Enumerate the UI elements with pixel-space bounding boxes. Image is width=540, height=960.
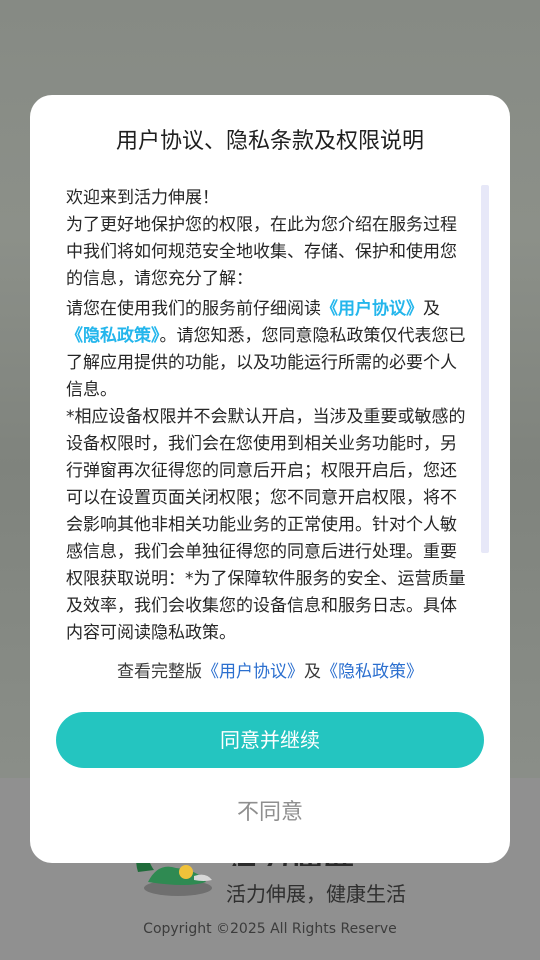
welcome-text: 欢迎来到活力伸展！: [66, 188, 219, 208]
agree-button[interactable]: 同意并继续: [56, 712, 484, 768]
copyright-text: Copyright ©2025 All Rights Reserve: [143, 921, 397, 937]
intro-text: 为了更好地保护您的权限，在此为您介绍在服务过程中我们将如何规范安全地收集、存储、…: [66, 215, 457, 289]
read-notice-and: 及: [423, 299, 440, 319]
privacy-dialog: 用户协议、隐私条款及权限说明 欢迎来到活力伸展！ 为了更好地保护您的权限，在此为…: [30, 95, 510, 863]
full-version-prefix: 查看完整版: [117, 662, 202, 682]
privacy-policy-link[interactable]: 《隐私政策》: [66, 326, 160, 346]
content-scrollbar[interactable]: [481, 185, 489, 553]
user-agreement-link[interactable]: 《用户协议》: [321, 299, 423, 319]
read-notice: 请您在使用我们的服务前仔细阅读《用户协议》及《隐私政策》。请您知悉，您同意隐私政…: [66, 296, 466, 404]
full-version-links: 查看完整版《用户协议》及《隐私政策》: [30, 657, 510, 687]
full-privacy-policy-link[interactable]: 《隐私政策》: [321, 662, 423, 682]
app-slogan: 活力伸展，健康生活: [226, 882, 406, 906]
read-notice-prefix: 请您在使用我们的服务前仔细阅读: [66, 299, 321, 319]
disagree-button[interactable]: 不同意: [170, 793, 370, 833]
full-user-agreement-link[interactable]: 《用户协议》: [202, 662, 304, 682]
full-version-and: 及: [304, 662, 321, 682]
permission-text: *相应设备权限并不会默认开启，当涉及重要或敏感的设备权限时，我们会在您使用到相关…: [66, 407, 466, 642]
agreement-content[interactable]: 欢迎来到活力伸展！ 为了更好地保护您的权限，在此为您介绍在服务过程中我们将如何规…: [66, 185, 466, 642]
dialog-title: 用户协议、隐私条款及权限说明: [115, 129, 424, 154]
